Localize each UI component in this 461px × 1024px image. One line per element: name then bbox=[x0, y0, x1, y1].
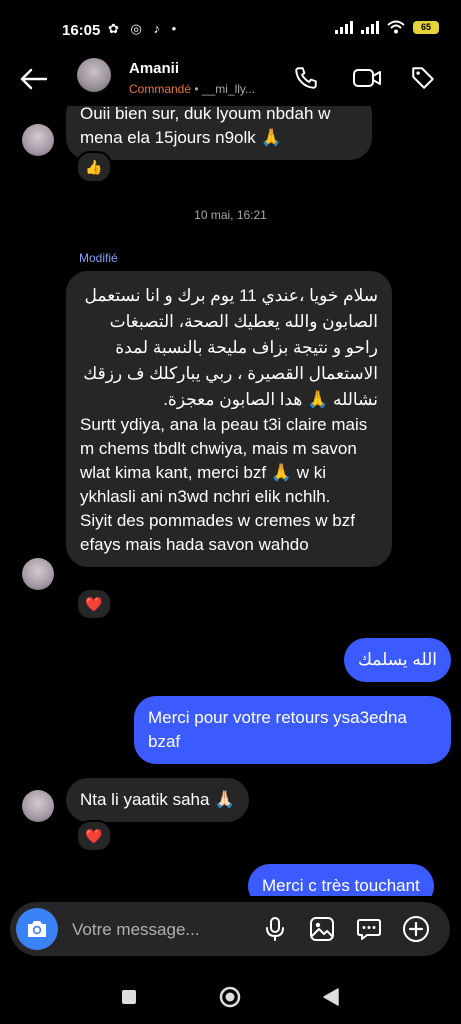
incoming-message[interactable]: Ouii bien sur, duk lyoum nbdah w mena el… bbox=[66, 106, 372, 160]
edited-label: Modifié bbox=[79, 251, 118, 265]
tag-icon bbox=[412, 67, 434, 89]
timestamp: 10 mai, 16:21 bbox=[194, 208, 267, 222]
status-time: 16:05 bbox=[62, 22, 101, 39]
chat-options-button[interactable] bbox=[354, 914, 384, 944]
back-button[interactable] bbox=[16, 62, 50, 96]
video-camera-icon bbox=[353, 69, 381, 87]
contact-avatar-small[interactable] bbox=[22, 790, 54, 822]
incoming-message[interactable]: سلام خويا ،عندي 11 يوم برك و انا نستعمل … bbox=[66, 271, 392, 567]
camera-button[interactable] bbox=[16, 908, 58, 950]
home-button[interactable] bbox=[215, 982, 245, 1012]
message-text: Merci c très touchant bbox=[262, 876, 420, 895]
instagram-icon: ◎ bbox=[130, 21, 146, 36]
status-bar: 16:05 ✿ ◎ ♪ • 65 bbox=[0, 0, 461, 60]
tiktok-icon: ♪ bbox=[153, 21, 164, 36]
signal-icon-2 bbox=[361, 20, 379, 34]
signal-icon bbox=[335, 20, 353, 34]
call-button[interactable] bbox=[290, 62, 322, 94]
contact-avatar-small[interactable] bbox=[22, 124, 54, 156]
outgoing-message[interactable]: الله يسلمك bbox=[343, 638, 451, 682]
phone-icon bbox=[295, 67, 317, 89]
message-text: Siyit des pommades w cremes w bzf efays … bbox=[80, 511, 355, 554]
message-text: mena ela 15jours n9olk 🙏 bbox=[80, 128, 282, 147]
status-app-icons: ✿ ◎ ♪ • bbox=[108, 21, 180, 37]
battery-icon: 65 bbox=[413, 20, 439, 34]
message-list[interactable]: Ouii bien sur, duk lyoum nbdah w mena el… bbox=[0, 106, 461, 896]
voice-button[interactable] bbox=[260, 914, 290, 944]
outgoing-message[interactable]: Merci c très touchant bbox=[248, 864, 434, 896]
recents-button[interactable] bbox=[114, 982, 144, 1012]
commande-label: Commandé bbox=[129, 82, 192, 96]
contact-avatar[interactable] bbox=[77, 58, 111, 92]
message-text: Nta li yaatik saha 🙏🏻 bbox=[80, 790, 236, 809]
triangle-back-icon bbox=[323, 988, 339, 1006]
message-composer bbox=[10, 902, 450, 956]
system-nav-bar bbox=[0, 968, 461, 1024]
circle-icon bbox=[219, 986, 241, 1008]
wifi-icon bbox=[387, 20, 405, 34]
add-button[interactable] bbox=[401, 914, 431, 944]
chat-header: Amanii Commandé • __mi_lly... bbox=[0, 56, 461, 104]
tag-button[interactable] bbox=[407, 62, 439, 94]
flower-icon: ✿ bbox=[108, 21, 123, 36]
image-icon bbox=[310, 917, 334, 941]
username-label: • __mi_lly... bbox=[191, 82, 256, 96]
message-text: Merci pour votre retours ysa3edna bzaf bbox=[148, 708, 407, 751]
video-call-button[interactable] bbox=[351, 62, 383, 94]
reaction-badge[interactable]: ❤️ bbox=[76, 820, 112, 852]
outgoing-message[interactable]: Merci pour votre retours ysa3edna bzaf bbox=[134, 696, 451, 764]
incoming-message[interactable]: Nta li yaatik saha 🙏🏻 bbox=[66, 778, 250, 822]
contact-subtitle[interactable]: Commandé • __mi_lly... bbox=[129, 82, 255, 96]
contact-name[interactable]: Amanii bbox=[129, 60, 179, 77]
message-text: Ouii bien sur, duk lyoum nbdah w bbox=[80, 106, 331, 123]
gallery-button[interactable] bbox=[307, 914, 337, 944]
contact-avatar-small[interactable] bbox=[22, 558, 54, 590]
message-text-arabic: سلام خويا ،عندي 11 يوم برك و انا نستعمل … bbox=[83, 286, 378, 409]
status-system-icons: 65 bbox=[335, 20, 439, 34]
reaction-badge[interactable]: ❤️ bbox=[76, 588, 112, 620]
message-input[interactable] bbox=[70, 917, 224, 943]
message-text: Surtt ydiya, ana la peau t3i claire mais… bbox=[80, 415, 368, 506]
dot-icon: • bbox=[171, 21, 181, 36]
back-nav-button[interactable] bbox=[316, 982, 346, 1012]
message-text: الله يسلمك bbox=[357, 650, 437, 669]
square-icon bbox=[122, 990, 136, 1004]
chat-bubble-icon bbox=[357, 919, 381, 940]
plus-circle-icon bbox=[403, 916, 429, 942]
camera-icon bbox=[28, 921, 46, 937]
microphone-icon bbox=[266, 917, 284, 941]
arrow-left-icon bbox=[20, 68, 47, 90]
reaction-badge[interactable]: 👍 bbox=[76, 151, 112, 183]
